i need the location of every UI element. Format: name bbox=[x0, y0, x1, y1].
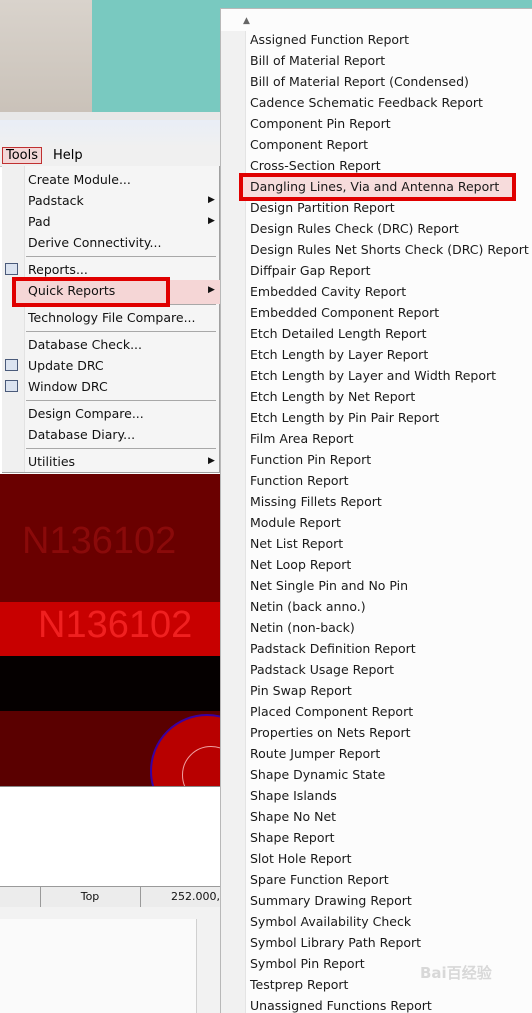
quick-report-item[interactable]: Net Loop Report bbox=[250, 557, 351, 572]
menu-item-update-drc[interactable]: Update DRC bbox=[28, 358, 104, 373]
menu-item-padstack[interactable]: Padstack bbox=[28, 193, 84, 208]
quick-report-item[interactable]: Diffpair Gap Report bbox=[250, 263, 371, 278]
net-label: N136102 bbox=[22, 520, 177, 562]
status-coords: 252.000, bbox=[171, 890, 220, 903]
quick-report-item[interactable]: Function Pin Report bbox=[250, 452, 371, 467]
quick-report-item[interactable]: Pin Swap Report bbox=[250, 683, 352, 698]
quick-report-item[interactable]: Symbol Library Path Report bbox=[250, 935, 421, 950]
quick-report-item[interactable]: Net List Report bbox=[250, 536, 343, 551]
menu-tools[interactable]: Tools bbox=[2, 147, 43, 164]
quick-report-item[interactable]: Etch Length by Layer Report bbox=[250, 347, 428, 362]
status-bar: Top 252.000, bbox=[0, 886, 220, 908]
quick-report-item[interactable]: Shape No Net bbox=[250, 809, 336, 824]
quick-reports-submenu: ▲ Assigned Function Report Bill of Materi… bbox=[220, 8, 532, 1013]
quick-report-item[interactable]: Etch Length by Layer and Width Report bbox=[250, 368, 496, 383]
quick-report-item[interactable]: Function Report bbox=[250, 473, 349, 488]
submenu-arrow-icon: ▶ bbox=[208, 456, 215, 466]
menu-item-utilities[interactable]: Utilities bbox=[28, 454, 75, 469]
quick-report-item[interactable]: Properties on Nets Report bbox=[250, 725, 411, 740]
menu-icon-gutter bbox=[2, 166, 25, 472]
menu-item-design-compare[interactable]: Design Compare... bbox=[28, 406, 144, 421]
quick-report-item[interactable]: Embedded Cavity Report bbox=[250, 284, 406, 299]
background-photo bbox=[0, 0, 92, 118]
quick-report-item[interactable]: Component Pin Report bbox=[250, 116, 391, 131]
quick-report-item[interactable]: Embedded Component Report bbox=[250, 305, 439, 320]
quick-report-item[interactable]: Design Rules Net Shorts Check (DRC) Repo… bbox=[250, 242, 529, 257]
submenu-arrow-icon: ▶ bbox=[208, 216, 215, 226]
quick-report-item[interactable]: Etch Length by Pin Pair Report bbox=[250, 410, 439, 425]
quick-report-item[interactable]: Assigned Function Report bbox=[250, 32, 409, 47]
quick-report-item[interactable]: Padstack Definition Report bbox=[250, 641, 416, 656]
quick-report-item[interactable]: Bill of Material Report bbox=[250, 53, 385, 68]
menu-help[interactable]: Help bbox=[53, 148, 83, 163]
quick-report-item[interactable]: Route Jumper Report bbox=[250, 746, 380, 761]
menu-item-derive-connectivity[interactable]: Derive Connectivity... bbox=[28, 235, 161, 250]
console-pane[interactable] bbox=[0, 786, 220, 887]
quick-report-item[interactable]: Design Rules Check (DRC) Report bbox=[250, 221, 459, 236]
menu-item-database-diary[interactable]: Database Diary... bbox=[28, 427, 135, 442]
quick-report-item[interactable]: Testprep Report bbox=[250, 977, 348, 992]
quick-report-item[interactable]: Placed Component Report bbox=[250, 704, 413, 719]
quick-report-item[interactable]: Film Area Report bbox=[250, 431, 354, 446]
quick-report-item[interactable]: Slot Hole Report bbox=[250, 851, 352, 866]
menu-item-create-module[interactable]: Create Module... bbox=[28, 172, 131, 187]
window-drc-icon bbox=[5, 380, 18, 392]
pcb-canvas[interactable]: N136102 N136102 bbox=[0, 474, 220, 786]
menu-separator bbox=[26, 331, 216, 332]
highlight-box-dangling-lines bbox=[239, 173, 516, 201]
scroll-up-icon[interactable]: ▲ bbox=[243, 16, 250, 26]
menu-item-technology-file-compare[interactable]: Technology File Compare... bbox=[28, 310, 196, 325]
quick-report-item[interactable]: Unassigned Functions Report bbox=[250, 998, 432, 1013]
menu-item-pad[interactable]: Pad bbox=[28, 214, 51, 229]
quick-report-item[interactable]: Netin (back anno.) bbox=[250, 599, 366, 614]
menu-separator bbox=[26, 448, 216, 449]
menu-item-reports[interactable]: Reports... bbox=[28, 262, 88, 277]
quick-report-item[interactable]: Shape Report bbox=[250, 830, 335, 845]
quick-report-item[interactable]: Spare Function Report bbox=[250, 872, 389, 887]
menu-separator bbox=[26, 400, 216, 401]
quick-report-item[interactable]: Module Report bbox=[250, 515, 341, 530]
quick-report-item[interactable]: Shape Islands bbox=[250, 788, 337, 803]
window-frame bbox=[0, 112, 220, 120]
highlight-box-quick-reports bbox=[12, 277, 170, 307]
quick-report-item[interactable]: Etch Length by Net Report bbox=[250, 389, 415, 404]
quick-report-item[interactable]: Symbol Availability Check bbox=[250, 914, 411, 929]
pcb-dark-band bbox=[0, 656, 220, 711]
quick-report-item[interactable]: Component Report bbox=[250, 137, 368, 152]
quick-report-item[interactable]: Cross-Section Report bbox=[250, 158, 381, 173]
status-layer: Top bbox=[40, 887, 141, 907]
bottom-panel-inner bbox=[0, 919, 197, 1013]
menu-item-database-check[interactable]: Database Check... bbox=[28, 337, 142, 352]
quick-report-item[interactable]: Netin (non-back) bbox=[250, 620, 355, 635]
quick-report-item[interactable]: Summary Drawing Report bbox=[250, 893, 412, 908]
submenu-arrow-icon: ▶ bbox=[208, 195, 215, 205]
quick-report-item[interactable]: Padstack Usage Report bbox=[250, 662, 394, 677]
reports-icon bbox=[5, 263, 18, 275]
menu-bar: Tools Help bbox=[0, 120, 220, 167]
quick-report-item[interactable]: Bill of Material Report (Condensed) bbox=[250, 74, 469, 89]
quick-report-item[interactable]: Symbol Pin Report bbox=[250, 956, 365, 971]
menu-separator bbox=[26, 256, 216, 257]
quick-report-item[interactable]: Cadence Schematic Feedback Report bbox=[250, 95, 483, 110]
quick-report-item[interactable]: Missing Fillets Report bbox=[250, 494, 382, 509]
bottom-panel bbox=[0, 907, 220, 1013]
update-drc-icon bbox=[5, 359, 18, 371]
quick-report-item[interactable]: Design Partition Report bbox=[250, 200, 395, 215]
quick-report-item[interactable]: Etch Detailed Length Report bbox=[250, 326, 427, 341]
quick-report-item[interactable]: Shape Dynamic State bbox=[250, 767, 385, 782]
quick-report-item[interactable]: Net Single Pin and No Pin bbox=[250, 578, 408, 593]
submenu-arrow-icon: ▶ bbox=[208, 285, 215, 295]
menu-item-window-drc[interactable]: Window DRC bbox=[28, 379, 108, 394]
watermark-logo: Bai百经验 bbox=[420, 964, 492, 982]
status-cell bbox=[0, 887, 41, 907]
net-label: N136102 bbox=[38, 604, 193, 646]
